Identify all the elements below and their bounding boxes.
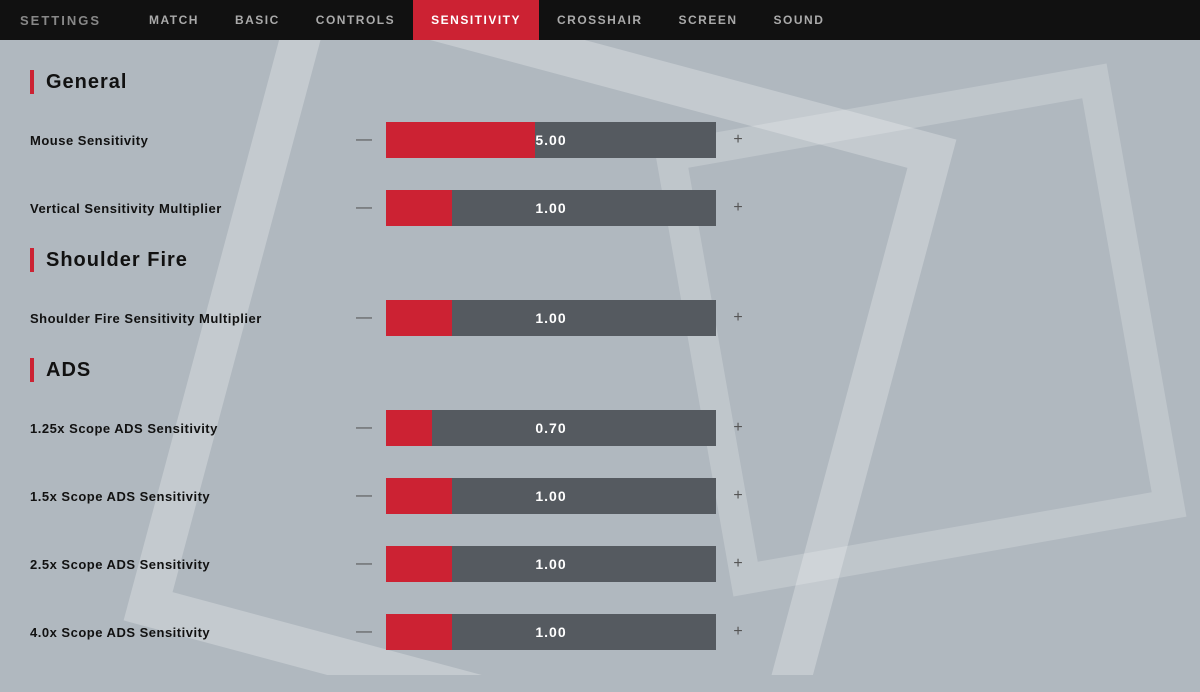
scope-125x-value: 0.70 bbox=[386, 420, 716, 436]
section-ads-title: ADS bbox=[46, 359, 91, 382]
scope-40x-label: 4.0x Scope ADS Sensitivity bbox=[30, 625, 350, 640]
scope-25x-value: 1.00 bbox=[386, 556, 716, 572]
nav-sensitivity[interactable]: SENSITIVITY bbox=[413, 0, 539, 40]
scope-125x-slider[interactable]: 0.70 bbox=[386, 410, 716, 446]
scope-25x-minus[interactable]: — bbox=[350, 550, 378, 578]
nav-controls[interactable]: CONTROLS bbox=[298, 0, 413, 40]
scope-15x-slider[interactable]: 1.00 bbox=[386, 478, 716, 514]
scope-15x-label: 1.5x Scope ADS Sensitivity bbox=[30, 489, 350, 504]
setting-scope-25x: 2.5x Scope ADS Sensitivity — 1.00 + bbox=[30, 536, 830, 592]
shoulder-fire-plus[interactable]: + bbox=[724, 304, 752, 332]
scope-125x-label: 1.25x Scope ADS Sensitivity bbox=[30, 421, 350, 436]
scope-25x-slider[interactable]: 1.00 bbox=[386, 546, 716, 582]
scope-15x-minus[interactable]: — bbox=[350, 482, 378, 510]
topbar: SETTINGS MATCH BASIC CONTROLS SENSITIVIT… bbox=[0, 0, 1200, 40]
nav-crosshair[interactable]: CROSSHAIR bbox=[539, 0, 661, 40]
scope-40x-plus[interactable]: + bbox=[724, 618, 752, 646]
section-bar-3 bbox=[30, 358, 34, 382]
nav-screen[interactable]: SCREEN bbox=[661, 0, 756, 40]
section-bar bbox=[30, 70, 34, 94]
setting-scope-15x: 1.5x Scope ADS Sensitivity — 1.00 + bbox=[30, 468, 830, 524]
section-shoulder-fire-title: Shoulder Fire bbox=[46, 249, 188, 272]
mouse-sensitivity-plus[interactable]: + bbox=[724, 126, 752, 154]
scope-15x-value: 1.00 bbox=[386, 488, 716, 504]
section-bar-2 bbox=[30, 248, 34, 272]
section-shoulder-fire-heading: Shoulder Fire bbox=[30, 248, 830, 272]
scope-125x-plus[interactable]: + bbox=[724, 414, 752, 442]
vertical-sensitivity-minus[interactable]: — bbox=[350, 194, 378, 222]
section-general-title: General bbox=[46, 71, 127, 94]
scope-15x-plus[interactable]: + bbox=[724, 482, 752, 510]
setting-scope-125x: 1.25x Scope ADS Sensitivity — 0.70 + bbox=[30, 400, 830, 456]
nav-basic[interactable]: BASIC bbox=[217, 0, 298, 40]
scope-25x-plus[interactable]: + bbox=[724, 550, 752, 578]
vertical-sensitivity-plus[interactable]: + bbox=[724, 194, 752, 222]
scope-25x-label: 2.5x Scope ADS Sensitivity bbox=[30, 557, 350, 572]
shoulder-fire-minus[interactable]: — bbox=[350, 304, 378, 332]
scope-40x-minus[interactable]: — bbox=[350, 618, 378, 646]
section-general-heading: General bbox=[30, 70, 830, 94]
app-title: SETTINGS bbox=[20, 13, 101, 28]
scope-40x-value: 1.00 bbox=[386, 624, 716, 640]
nav-sound[interactable]: SOUND bbox=[756, 0, 843, 40]
vertical-sensitivity-value: 1.00 bbox=[386, 200, 716, 216]
shoulder-fire-label: Shoulder Fire Sensitivity Multiplier bbox=[30, 311, 350, 326]
setting-mouse-sensitivity: Mouse Sensitivity — 5.00 + bbox=[30, 112, 830, 168]
shoulder-fire-slider[interactable]: 1.00 bbox=[386, 300, 716, 336]
mouse-sensitivity-value: 5.00 bbox=[386, 132, 716, 148]
mouse-sensitivity-label: Mouse Sensitivity bbox=[30, 133, 350, 148]
main-content: General Mouse Sensitivity — 5.00 + Verti… bbox=[30, 40, 830, 692]
setting-vertical-sensitivity: Vertical Sensitivity Multiplier — 1.00 + bbox=[30, 180, 830, 236]
vertical-sensitivity-label: Vertical Sensitivity Multiplier bbox=[30, 201, 350, 216]
setting-scope-40x: 4.0x Scope ADS Sensitivity — 1.00 + bbox=[30, 604, 830, 660]
mouse-sensitivity-minus[interactable]: — bbox=[350, 126, 378, 154]
nav-match[interactable]: MATCH bbox=[131, 0, 217, 40]
section-ads-heading: ADS bbox=[30, 358, 830, 382]
vertical-sensitivity-slider[interactable]: 1.00 bbox=[386, 190, 716, 226]
setting-shoulder-fire: Shoulder Fire Sensitivity Multiplier — 1… bbox=[30, 290, 830, 346]
scope-40x-slider[interactable]: 1.00 bbox=[386, 614, 716, 650]
shoulder-fire-value: 1.00 bbox=[386, 310, 716, 326]
scope-125x-minus[interactable]: — bbox=[350, 414, 378, 442]
mouse-sensitivity-slider[interactable]: 5.00 bbox=[386, 122, 716, 158]
